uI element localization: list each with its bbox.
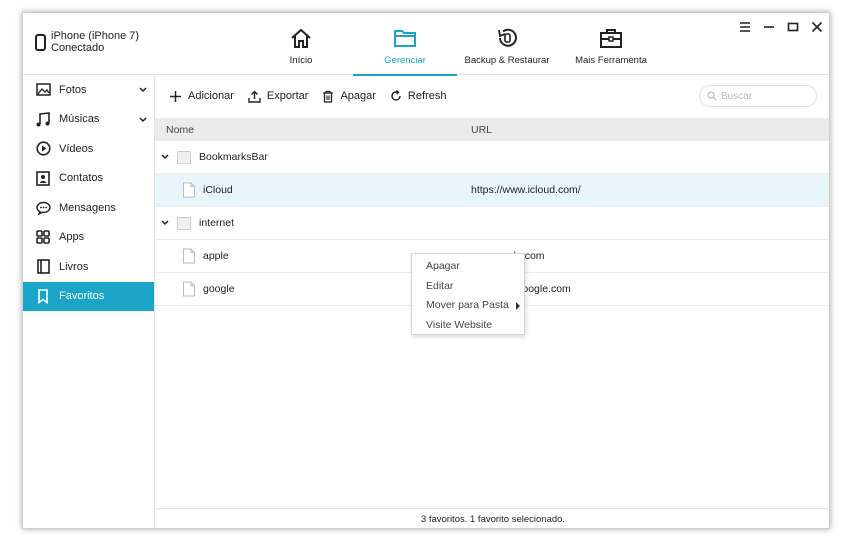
context-menu-visit-website[interactable]: Visite Website <box>412 316 524 336</box>
file-icon <box>183 248 195 264</box>
table-header: Nome URL <box>155 118 829 141</box>
minimize-icon[interactable] <box>761 19 777 35</box>
sidebar: Fotos Músicas Vídeos Contatos Mensagens … <box>23 75 155 528</box>
search-placeholder: Buscar <box>721 90 753 102</box>
row-name: iCloud <box>203 184 233 196</box>
context-menu-edit[interactable]: Editar <box>412 277 524 297</box>
table-row[interactable]: internet <box>155 207 829 240</box>
sidebar-item-musicas[interactable]: Músicas <box>23 105 154 135</box>
row-url: https://www.icloud.com/ <box>471 184 581 196</box>
row-name: BookmarksBar <box>199 151 268 163</box>
row-name: internet <box>199 217 235 229</box>
nav-inicio[interactable]: Início <box>276 13 326 75</box>
row-name: apple <box>203 250 229 262</box>
chevron-down-icon[interactable] <box>139 114 147 126</box>
folder-icon <box>393 26 417 50</box>
sidebar-label-contatos: Contatos <box>59 172 104 185</box>
folder-icon <box>177 216 191 230</box>
nav-label-backup: Backup & Restaurar <box>464 55 550 66</box>
device-status: Conectado <box>51 42 105 54</box>
add-label: Adicionar <box>188 90 234 102</box>
sidebar-item-contatos[interactable]: Contatos <box>23 164 154 194</box>
sidebar-label-videos: Vídeos <box>59 142 94 155</box>
export-icon <box>248 90 261 103</box>
chevron-down-icon[interactable] <box>161 220 169 226</box>
table-row[interactable]: iCloud https://www.icloud.com/ <box>155 174 829 207</box>
folder-icon <box>177 150 191 164</box>
sidebar-label-livros: Livros <box>59 260 89 273</box>
sidebar-item-livros[interactable]: Livros <box>23 252 154 282</box>
messages-icon <box>35 200 51 216</box>
nav-gerenciar[interactable]: Gerenciar <box>353 13 457 76</box>
delete-button[interactable]: Apagar <box>322 90 376 103</box>
nav-mais-ferramenta[interactable]: Mais Ferramenta <box>571 13 651 75</box>
app-window: iPhone (iPhone 7) Conectado Início Geren… <box>22 12 830 529</box>
chevron-down-icon[interactable] <box>139 84 147 96</box>
row-name: google <box>203 283 235 295</box>
sidebar-label-fotos: Fotos <box>59 83 87 96</box>
sidebar-item-apps[interactable]: Apps <box>23 223 154 253</box>
backup-restore-icon <box>495 26 519 50</box>
export-button[interactable]: Exportar <box>248 90 309 103</box>
books-icon <box>35 259 51 275</box>
sidebar-label-apps: Apps <box>59 231 85 244</box>
plus-icon <box>170 90 181 102</box>
apps-icon <box>35 229 51 245</box>
sidebar-label-mensagens: Mensagens <box>59 201 116 214</box>
top-header: iPhone (iPhone 7) Conectado Início Geren… <box>23 13 829 76</box>
contacts-icon <box>35 170 51 186</box>
nav-label-mais: Mais Ferramenta <box>575 55 647 66</box>
toolbox-icon <box>599 26 623 50</box>
main-panel: Adicionar Exportar Apagar Refresh Buscar… <box>155 75 829 528</box>
toolbar: Adicionar Exportar Apagar Refresh Buscar <box>155 75 829 117</box>
sidebar-item-favoritos[interactable]: Favoritos <box>23 281 154 311</box>
context-menu: Apagar Editar Mover para Pasta Visite We… <box>411 253 525 335</box>
column-header-url[interactable]: URL <box>471 124 492 136</box>
nav-backup-restaurar[interactable]: Backup & Restaurar <box>463 13 551 75</box>
device-info: iPhone (iPhone 7) Conectado <box>35 30 139 54</box>
sidebar-item-videos[interactable]: Vídeos <box>23 134 154 164</box>
close-icon[interactable] <box>809 19 825 35</box>
window-controls <box>737 19 825 35</box>
bookmark-icon <box>35 288 51 304</box>
photos-icon <box>35 82 51 98</box>
export-label: Exportar <box>266 90 309 102</box>
sidebar-item-mensagens[interactable]: Mensagens <box>23 193 154 223</box>
menu-icon[interactable] <box>737 19 753 35</box>
file-icon <box>183 182 195 198</box>
delete-label: Apagar <box>340 90 376 102</box>
search-icon <box>707 91 717 101</box>
column-header-name[interactable]: Nome <box>166 124 194 136</box>
context-menu-move-to-folder[interactable]: Mover para Pasta <box>412 296 524 316</box>
nav-label-gerenciar: Gerenciar <box>384 55 426 66</box>
maximize-icon[interactable] <box>785 19 801 35</box>
music-icon <box>35 111 51 127</box>
sidebar-item-fotos[interactable]: Fotos <box>23 75 154 105</box>
status-text: 3 favoritos. 1 favorito selecionado. <box>420 514 566 525</box>
refresh-icon <box>391 90 401 101</box>
sidebar-label-musicas: Músicas <box>59 113 100 126</box>
device-name: iPhone (iPhone 7) <box>51 30 140 42</box>
table-row[interactable]: BookmarksBar <box>155 141 829 174</box>
context-menu-move-label: Mover para Pasta <box>426 299 509 311</box>
sidebar-label-favoritos: Favoritos <box>59 290 105 303</box>
video-icon <box>35 141 51 157</box>
status-bar: 3 favoritos. 1 favorito selecionado. <box>155 508 829 528</box>
home-icon <box>289 26 313 50</box>
refresh-label: Refresh <box>407 90 447 102</box>
search-input[interactable]: Buscar <box>699 85 817 107</box>
trash-icon <box>323 90 334 103</box>
file-icon <box>183 281 195 297</box>
phone-icon <box>35 34 46 51</box>
submenu-arrow-icon <box>516 302 520 310</box>
chevron-down-icon[interactable] <box>161 154 169 160</box>
add-button[interactable]: Adicionar <box>169 90 234 103</box>
refresh-button[interactable]: Refresh <box>390 90 447 102</box>
context-menu-delete[interactable]: Apagar <box>412 257 524 277</box>
nav-label-inicio: Início <box>289 55 313 66</box>
